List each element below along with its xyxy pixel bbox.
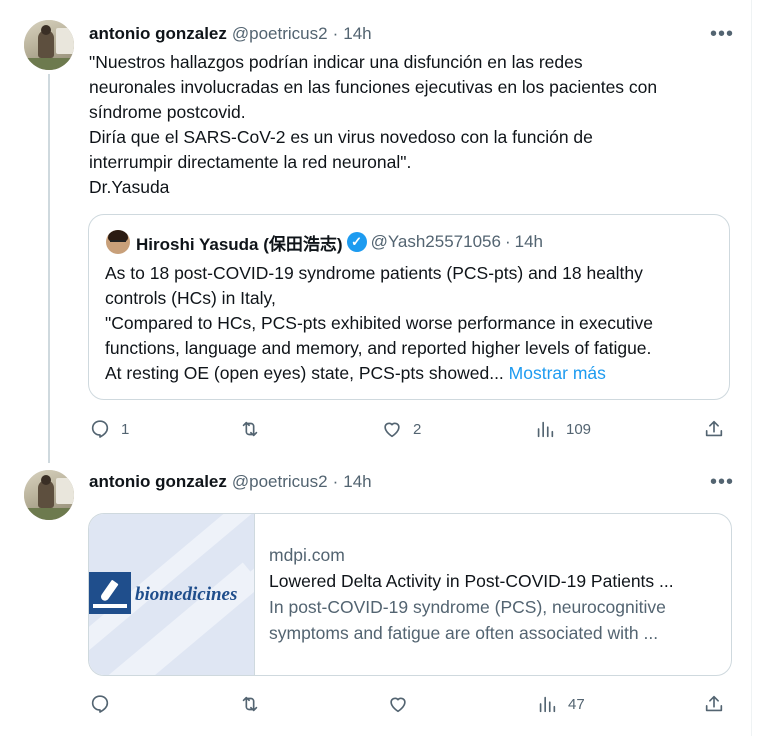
view-count: 109 [566,420,592,438]
views-button[interactable]: 109 [534,414,591,444]
reply-button[interactable]: 1 [89,414,129,444]
tweet-text-line: Dr.Yasuda [89,177,170,197]
card-text: mdpi.com Lowered Delta Activity in Post-… [269,542,719,646]
share-icon [705,420,723,437]
timestamp[interactable]: 14h [343,472,371,492]
quote-text-line: As to 18 post-COVID-19 syndrome patients… [105,263,643,283]
tweet-actions: 47 [89,689,729,719]
tweet-actions: 1 2 109 [89,414,729,444]
author-handle[interactable]: @poetricus2 [232,472,328,492]
views-button[interactable]: 47 [536,689,585,719]
more-options-icon[interactable]: ••• [710,24,734,44]
link-preview-card[interactable]: biomedicines mdpi.com Lowered Delta Acti… [88,513,732,676]
tweet-header: antonio gonzalez @poetricus2 · 14h [89,470,372,494]
like-button[interactable]: 2 [381,414,421,444]
quote-timestamp: 14h [514,232,543,251]
tweet-text-line: interrumpir directamente la red neuronal… [89,152,412,172]
tweet-text: "Nuestros hallazgos podrían indicar una … [89,50,729,200]
quote-text-line: "Compared to HCs, PCS-pts exhibited wors… [105,313,653,333]
like-icon [384,422,400,438]
card-title: Lowered Delta Activity in Post-COVID-19 … [269,571,674,591]
tweet-text-line: síndrome postcovid. [89,102,246,122]
separator: · [332,472,339,491]
tweet-text-line: "Nuestros hallazgos podrían indicar una … [89,52,583,72]
repost-icon [242,696,258,712]
repost-button[interactable] [239,689,271,719]
like-button[interactable] [387,689,419,719]
share-icon [705,695,723,712]
tweet-text-line: neuronales involucradas en las funciones… [89,77,658,97]
quote-author-handle: @Yash25571056 [370,232,501,251]
tweet-text-line: Diría que el SARS-CoV-2 es un virus nove… [89,127,593,147]
like-count: 2 [413,420,422,438]
quote-text-line-last: At resting OE (open eyes) state, PCS-pts… [105,361,720,386]
quote-text-line: functions, language and memory, and repo… [105,338,652,358]
quote-avatar [106,230,130,254]
repost-icon [242,421,258,437]
logo-wordmark: biomedicines [135,584,238,605]
reply-icon [91,695,109,713]
repost-button[interactable] [239,414,271,444]
timeline-border [751,0,752,736]
card-divider [254,514,255,675]
view-count: 47 [568,695,585,713]
author-name[interactable]: antonio gonzalez [89,24,227,44]
views-icon [539,696,556,713]
card-description-line: symptoms and fatigue are often associate… [269,623,659,643]
share-button[interactable] [703,414,725,444]
quote-author-name: Hiroshi Yasuda (保田浩志) [136,234,343,254]
like-icon [390,697,406,713]
quote-header: Hiroshi Yasuda (保田浩志) ✓ @Yash25571056 · … [136,230,543,254]
link-thumbnail: biomedicines [89,514,254,675]
biomedicines-logo-icon [89,572,131,614]
views-icon [537,421,554,438]
reply-icon [91,420,109,438]
thread-connector [48,74,50,463]
quoted-tweet[interactable]: Hiroshi Yasuda (保田浩志) ✓ @Yash25571056 · … [88,214,730,400]
share-button[interactable] [703,689,725,719]
author-name[interactable]: antonio gonzalez [89,472,227,492]
quote-text-line: At resting OE (open eyes) state, PCS-pts… [105,363,504,383]
more-options-icon[interactable]: ••• [710,472,734,492]
avatar[interactable] [24,20,74,70]
quote-text-line: controls (HCs) in Italy, [105,288,276,308]
reply-button[interactable] [89,689,121,719]
tweet-header: antonio gonzalez @poetricus2 · 14h [89,22,372,46]
separator: · [332,24,339,43]
quote-text: As to 18 post-COVID-19 syndrome patients… [105,261,720,386]
reply-count: 1 [121,420,130,438]
verified-badge-icon: ✓ [346,232,367,252]
show-more-link[interactable]: Mostrar más [509,363,606,383]
separator: · [504,232,511,251]
card-description-line: In post-COVID-19 syndrome (PCS), neuroco… [269,597,666,617]
avatar[interactable] [24,470,74,520]
timestamp[interactable]: 14h [343,24,371,44]
author-handle[interactable]: @poetricus2 [232,24,328,44]
card-domain: mdpi.com [269,545,345,565]
